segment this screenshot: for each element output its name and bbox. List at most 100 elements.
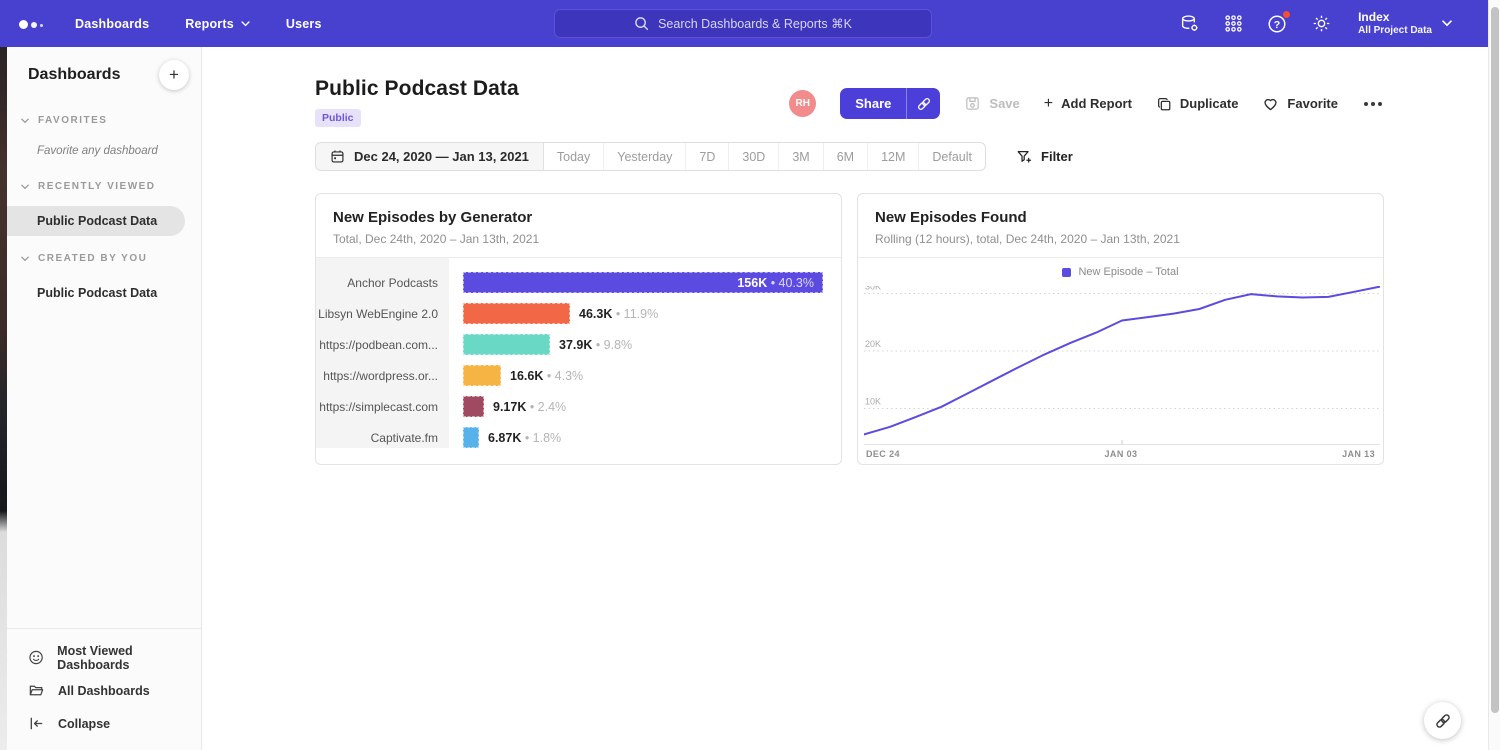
page-title: Public Podcast Data: [315, 77, 519, 101]
background-window-edge: [0, 47, 7, 750]
add-report-label: Add Report: [1061, 96, 1132, 111]
save-button[interactable]: Save: [964, 95, 1019, 112]
avatar-initials: RH: [796, 98, 810, 109]
card-subtitle: Total, Dec 24th, 2020 – Jan 13th, 2021: [333, 232, 824, 246]
card-subtitle: Rolling (12 hours), total, Dec 24th, 202…: [875, 232, 1366, 246]
filter-label: Filter: [1041, 149, 1073, 164]
range-button-default[interactable]: Default: [919, 143, 985, 170]
all-dashboards-button[interactable]: All Dashboards: [7, 674, 201, 707]
section-label: RECENTLY VIEWED: [38, 181, 156, 192]
duplicate-label: Duplicate: [1180, 96, 1239, 111]
bar-row: https://simplecast.com9.17K • 2.4%: [316, 391, 841, 422]
search-icon: [634, 16, 649, 31]
range-button-6m[interactable]: 6M: [824, 143, 868, 170]
line-chart-plot[interactable]: 10K20K30K: [864, 286, 1380, 452]
copy-link-button[interactable]: [907, 88, 940, 119]
share-button[interactable]: Share: [840, 88, 940, 119]
bar-segment[interactable]: [463, 303, 570, 324]
date-range-button[interactable]: Dec 24, 2020 — Jan 13, 2021: [316, 143, 544, 170]
filter-funnel-icon: [1016, 149, 1032, 165]
card-title: New Episodes Found: [875, 209, 1366, 226]
filter-button[interactable]: Filter: [1016, 149, 1073, 165]
bar-segment[interactable]: [463, 334, 550, 355]
nav-item-users[interactable]: Users: [286, 17, 322, 31]
sidebar-footer: Most Viewed Dashboards All Dashboards Co…: [7, 628, 201, 750]
x-tick-label: JAN 03: [1105, 449, 1138, 459]
bar-value-label: 9.17K • 2.4%: [493, 400, 566, 414]
duplicate-button[interactable]: Duplicate: [1156, 96, 1239, 112]
range-button-30d[interactable]: 30D: [729, 143, 779, 170]
save-icon: [964, 95, 981, 112]
sidebar-item-label: Public Podcast Data: [37, 214, 157, 228]
bar-segment[interactable]: [463, 365, 501, 386]
range-button-today[interactable]: Today: [544, 143, 604, 170]
bar-segment[interactable]: [463, 396, 484, 417]
sidebar-title: Dashboards: [28, 66, 120, 84]
apps-grid-icon[interactable]: [1222, 13, 1244, 35]
nav-item-label: Reports: [185, 17, 234, 31]
favorites-empty-text: Favorite any dashboard: [7, 126, 201, 157]
most-viewed-dashboards-button[interactable]: Most Viewed Dashboards: [7, 641, 201, 674]
nav-item-label: Users: [286, 17, 322, 31]
range-buttons: TodayYesterday7D30D3M6M12MDefault: [544, 143, 985, 170]
sidebar-item-label: Public Podcast Data: [37, 286, 157, 300]
section-recently-viewed[interactable]: RECENTLY VIEWED: [7, 181, 201, 192]
bar-segment[interactable]: [463, 427, 479, 448]
bar-row: Libsyn WebEngine 2.046.3K • 11.9%: [316, 298, 841, 329]
floating-link-button[interactable]: [1424, 702, 1461, 739]
bar-category-label: Libsyn WebEngine 2.0: [316, 307, 449, 321]
collapse-icon: [28, 715, 45, 732]
sidebar-item-public-podcast-data[interactable]: Public Podcast Data: [7, 206, 185, 236]
chevron-down-icon: [241, 21, 250, 27]
project-name: Index: [1358, 10, 1432, 24]
section-favorites[interactable]: FAVORITES: [7, 115, 201, 126]
avatar[interactable]: RH: [789, 90, 816, 117]
bar-value-label: 37.9K • 9.8%: [559, 338, 632, 352]
section-label: CREATED BY YOU: [38, 253, 147, 264]
more-options-button[interactable]: [1362, 98, 1384, 110]
x-axis-labels: DEC 24 JAN 03 JAN 13: [866, 449, 1375, 459]
section-created-by-you[interactable]: CREATED BY YOU: [7, 253, 201, 264]
sidebar-item-public-podcast-data-2[interactable]: Public Podcast Data: [7, 278, 201, 308]
settings-gear-icon[interactable]: [1310, 13, 1332, 35]
chevron-down-icon: [1442, 20, 1452, 27]
sidebar: Dashboards + FAVORITES Favorite any dash…: [7, 47, 202, 750]
app-logo-icon[interactable]: [19, 19, 43, 29]
range-button-3m[interactable]: 3M: [779, 143, 823, 170]
chevron-down-icon: [21, 184, 29, 190]
y-tick-label: 30K: [865, 286, 881, 291]
notification-badge: [1282, 10, 1291, 19]
favorite-label: Favorite: [1287, 96, 1338, 111]
search-input[interactable]: Search Dashboards & Reports ⌘K: [554, 9, 932, 38]
x-tick-label: JAN 13: [1342, 449, 1375, 459]
svg-text:?: ?: [1274, 19, 1280, 31]
data-sources-icon[interactable]: [1178, 13, 1200, 35]
bar-category-label: Captivate.fm: [316, 431, 449, 445]
y-tick-label: 20K: [865, 339, 881, 349]
bar-segment[interactable]: 156K • 40.3%: [463, 272, 823, 293]
bar-category-label: Anchor Podcasts: [316, 276, 449, 290]
footer-item-label: Most Viewed Dashboards: [57, 644, 201, 672]
chevron-down-icon: [21, 256, 29, 262]
chart-legend: New Episode – Total: [858, 266, 1383, 278]
legend-label: New Episode – Total: [1078, 266, 1178, 278]
project-switcher[interactable]: Index All Project Data: [1358, 10, 1452, 37]
card-title: New Episodes by Generator: [333, 209, 824, 226]
range-button-12m[interactable]: 12M: [868, 143, 919, 170]
add-report-button[interactable]: + Add Report: [1044, 96, 1132, 111]
x-tick-label: DEC 24: [866, 449, 900, 459]
plus-icon: +: [169, 65, 179, 85]
help-icon[interactable]: ?: [1266, 13, 1288, 35]
range-button-yesterday[interactable]: Yesterday: [604, 143, 686, 170]
page-scrollbar: [1488, 0, 1500, 750]
range-button-7d[interactable]: 7D: [686, 143, 729, 170]
add-dashboard-button[interactable]: +: [159, 60, 189, 90]
scrollbar-thumb[interactable]: [1491, 7, 1499, 713]
nav-item-dashboards[interactable]: Dashboards: [75, 17, 149, 31]
bar-row: https://podbean.com...37.9K • 9.8%: [316, 329, 841, 360]
favorite-button[interactable]: Favorite: [1262, 96, 1338, 112]
heart-icon: [1262, 96, 1279, 112]
collapse-sidebar-button[interactable]: Collapse: [7, 707, 201, 740]
nav-item-reports[interactable]: Reports: [185, 17, 250, 31]
date-range-control: Dec 24, 2020 — Jan 13, 2021 TodayYesterd…: [315, 142, 986, 171]
